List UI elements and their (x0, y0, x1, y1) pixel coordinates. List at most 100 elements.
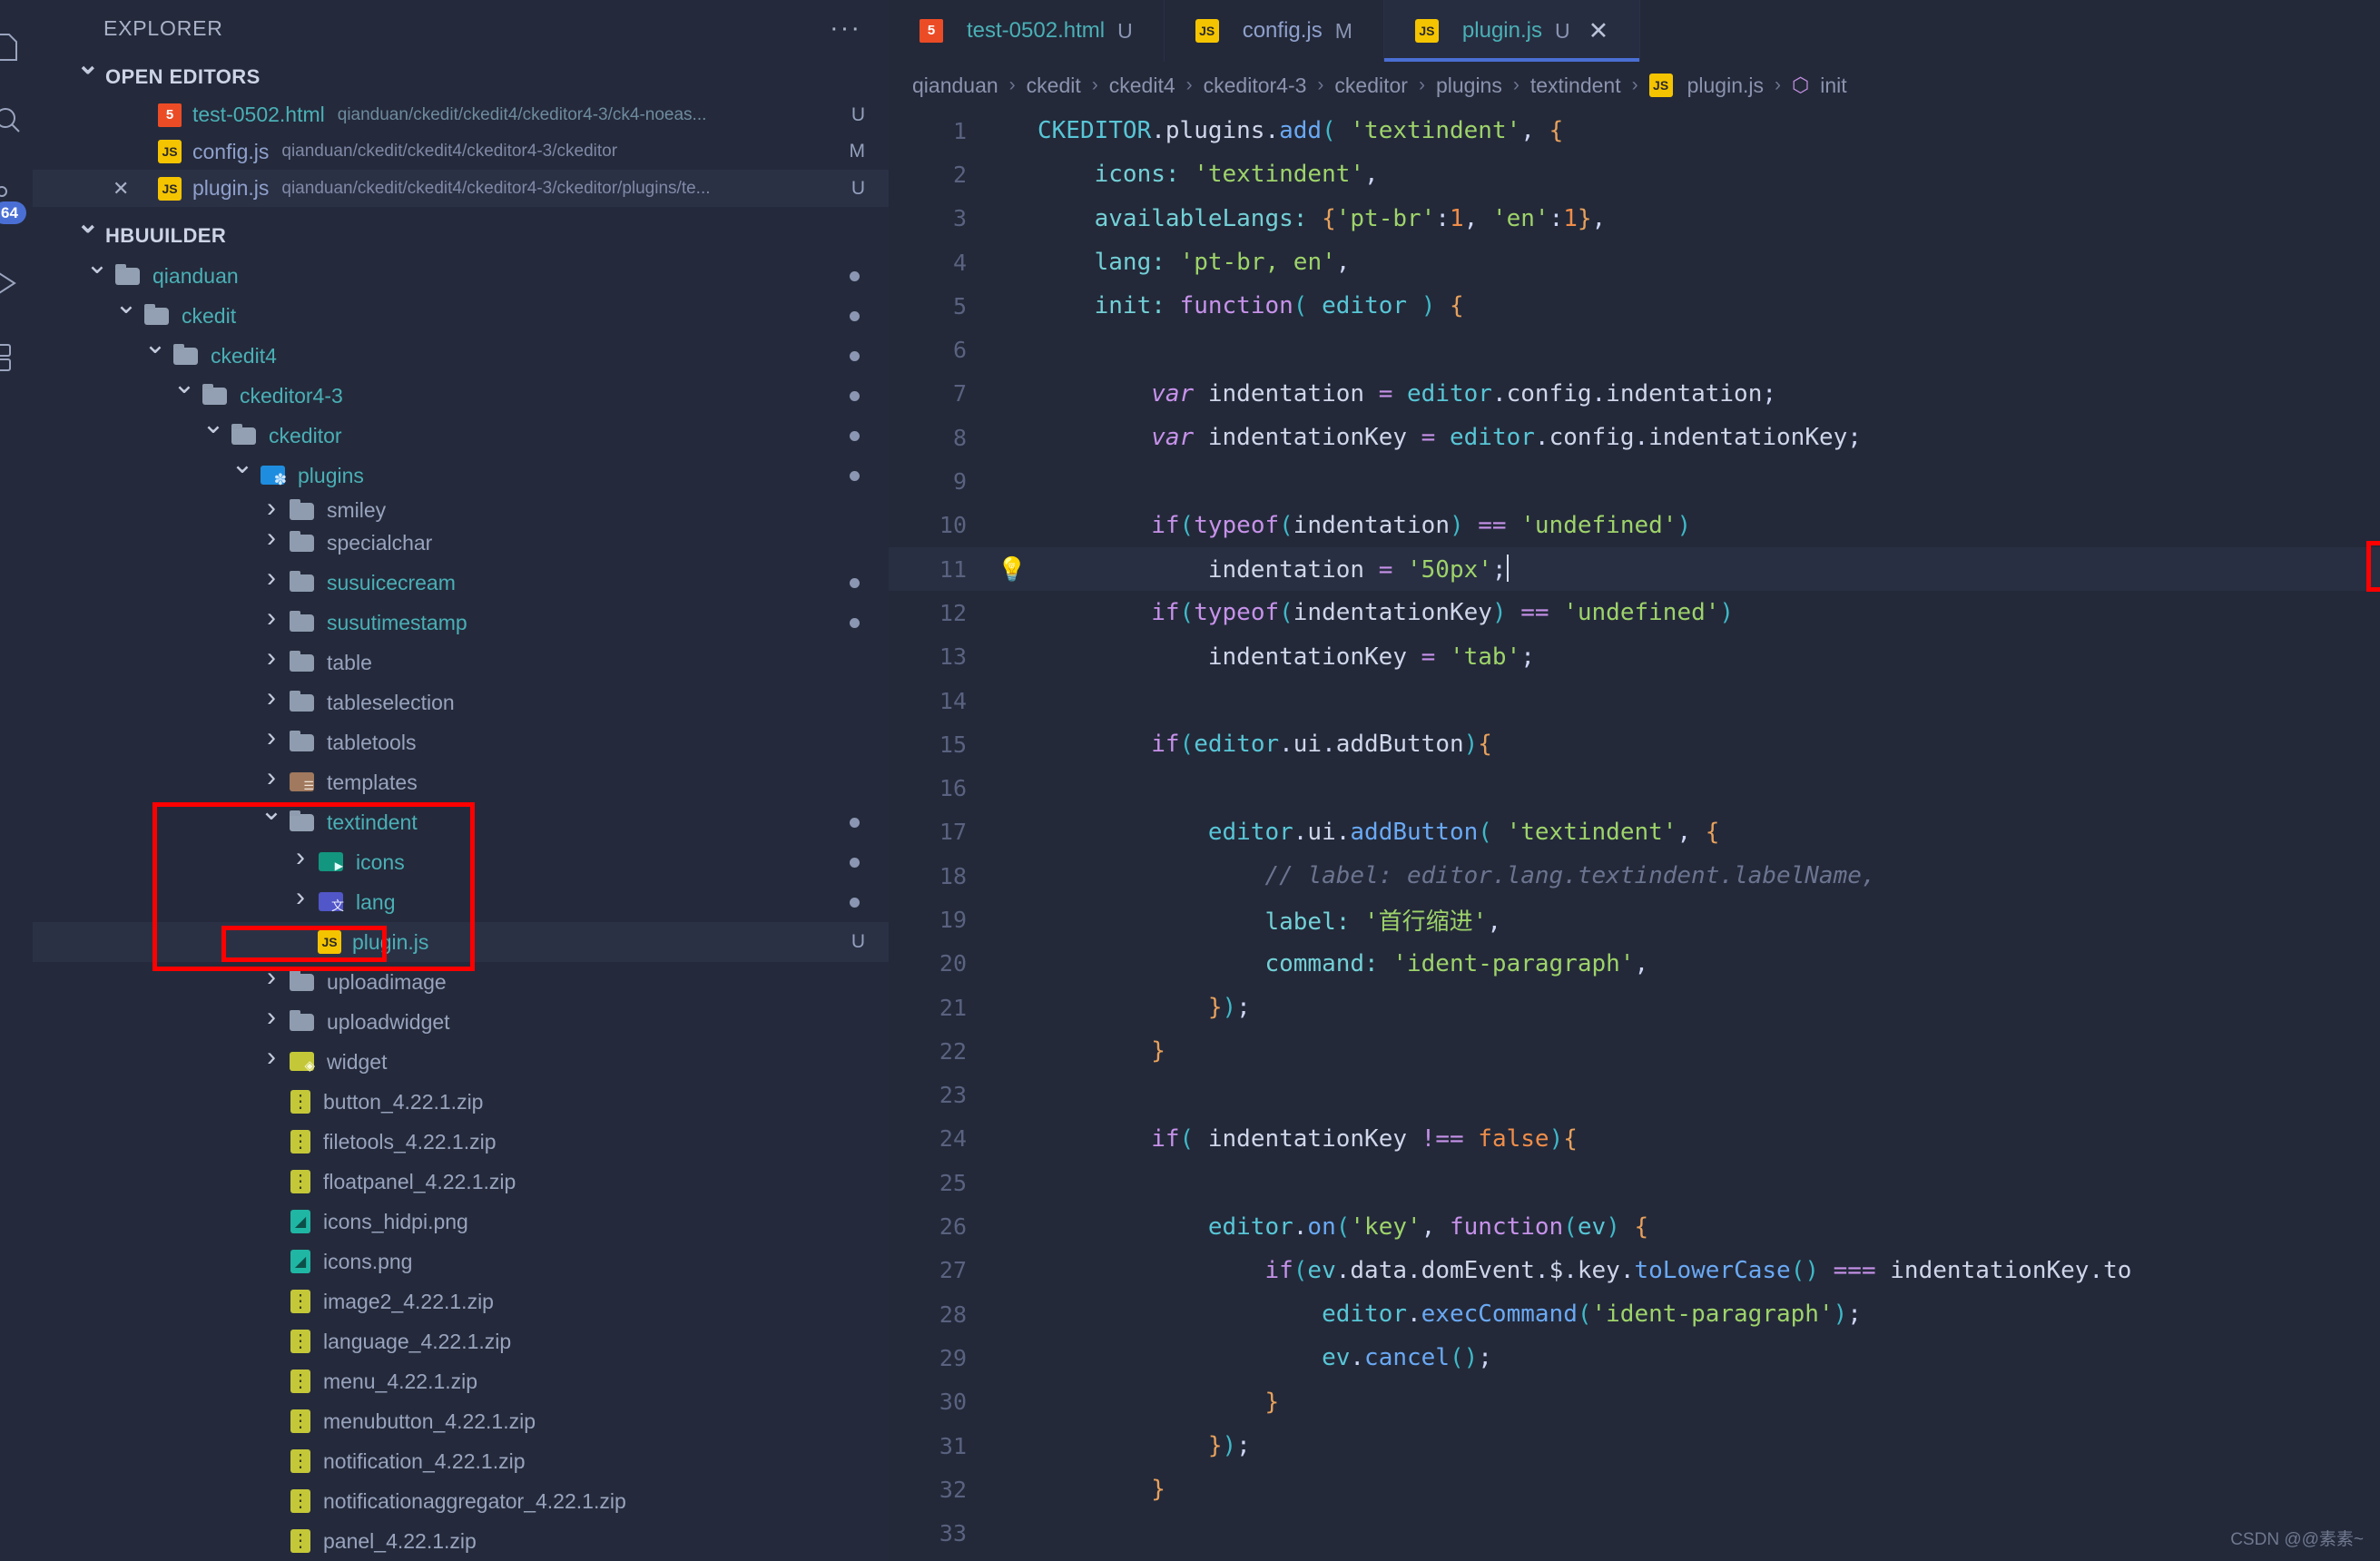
tree-folder-item[interactable]: ckedit4 (33, 336, 889, 376)
code-line[interactable]: 23 (889, 1074, 2380, 1117)
breadcrumb-item[interactable]: plugins (1436, 74, 1502, 98)
code-line[interactable]: 29 ev.cancel(); (889, 1336, 2380, 1379)
breadcrumb-item[interactable]: qianduan (912, 74, 998, 98)
chevron-down-icon[interactable] (172, 387, 196, 406)
tree-folder-item[interactable]: ckeditor4-3 (33, 376, 889, 416)
code-line[interactable]: 11💡 indentation = '50px'; (889, 547, 2380, 591)
tree-file-item[interactable]: language_4.22.1.zip (33, 1321, 889, 1361)
explorer-icon[interactable] (0, 27, 27, 67)
breadcrumb-item[interactable]: ckeditor4-3 (1204, 74, 1307, 98)
open-editor-item-config-js[interactable]: JS config.js qianduan/ckedit/ckedit4/cke… (33, 133, 889, 170)
chevron-right-icon[interactable] (289, 893, 312, 912)
close-icon[interactable]: ✕ (1588, 17, 1609, 45)
tree-file-item[interactable]: JSplugin.jsU (33, 922, 889, 962)
tree-file-item[interactable]: image2_4.22.1.zip (33, 1281, 889, 1321)
open-editor-item-plugin-js[interactable]: ✕ JS plugin.js qianduan/ckedit/ckedit4/c… (33, 170, 889, 206)
tree-file-item[interactable]: icons.png (33, 1242, 889, 1281)
breadcrumb-item[interactable]: textindent (1530, 74, 1621, 98)
tree-folder-item[interactable]: textindent (33, 802, 889, 842)
code-line[interactable]: 7 var indentation = editor.config.indent… (889, 372, 2380, 416)
more-actions-icon[interactable]: ··· (830, 21, 861, 36)
code-line[interactable]: 13 indentationKey = 'tab'; (889, 635, 2380, 679)
breadcrumb-item[interactable]: init (1820, 74, 1846, 98)
breadcrumb-item[interactable]: ckedit (1027, 74, 1081, 98)
chevron-right-icon[interactable] (260, 574, 283, 593)
tree-folder-item[interactable]: tableselection (33, 682, 889, 722)
code-line[interactable]: 1CKEDITOR.plugins.add( 'textindent', { (889, 109, 2380, 152)
code-line[interactable]: 4 lang: 'pt-br, en', (889, 241, 2380, 284)
close-icon[interactable]: ✕ (113, 177, 129, 201)
code-line[interactable]: 18 // label: editor.lang.textindent.labe… (889, 854, 2380, 898)
code-line[interactable]: 3 availableLangs: {'pt-br':1, 'en':1}, (889, 197, 2380, 241)
chevron-right-icon[interactable] (260, 733, 283, 752)
code-line[interactable]: 30 } (889, 1380, 2380, 1424)
tree-file-item[interactable]: notification_4.22.1.zip (33, 1441, 889, 1481)
tab-plugin-js[interactable]: JS plugin.js U ✕ (1384, 0, 1640, 62)
tree-folder-item[interactable]: uploadwidget (33, 1002, 889, 1042)
chevron-right-icon[interactable] (289, 853, 312, 872)
tree-folder-item[interactable]: susuicecream (33, 563, 889, 603)
tree-file-item[interactable]: menu_4.22.1.zip (33, 1361, 889, 1401)
tree-folder-item[interactable]: ckeditor (33, 416, 889, 456)
code-line[interactable]: 26 editor.on('key', function(ev) { (889, 1204, 2380, 1248)
code-line[interactable]: 12 if(typeof(indentationKey) == 'undefin… (889, 591, 2380, 634)
chevron-right-icon[interactable] (260, 653, 283, 673)
code-line[interactable]: 10 if(typeof(indentation) == 'undefined'… (889, 504, 2380, 547)
tree-file-item[interactable]: notificationaggregator_4.22.1.zip (33, 1481, 889, 1521)
code-line[interactable]: 32 } (889, 1468, 2380, 1511)
tree-file-item[interactable]: floatpanel_4.22.1.zip (33, 1162, 889, 1202)
code-line[interactable]: 28 editor.execCommand('ident-paragraph')… (889, 1292, 2380, 1336)
chevron-right-icon[interactable] (260, 693, 283, 712)
code-line[interactable]: 31 }); (889, 1424, 2380, 1468)
extensions-icon[interactable] (0, 338, 27, 378)
breadcrumb-item[interactable]: ckeditor (1334, 74, 1408, 98)
chevron-down-icon[interactable] (231, 466, 254, 486)
code-line[interactable]: 33 (889, 1512, 2380, 1556)
tree-folder-item[interactable]: uploadimage (33, 962, 889, 1002)
chevron-down-icon[interactable] (202, 427, 225, 446)
tree-folder-item[interactable]: susutimestamp (33, 603, 889, 643)
breadcrumb-item[interactable]: ckedit4 (1109, 74, 1175, 98)
tree-file-item[interactable]: filetools_4.22.1.zip (33, 1122, 889, 1162)
code-line[interactable]: 22 } (889, 1029, 2380, 1073)
code-line[interactable]: 27 if(ev.data.domEvent.$.key.toLowerCase… (889, 1249, 2380, 1292)
tab-test-0502-html[interactable]: test-0502.html U (889, 0, 1165, 62)
code-line[interactable]: 5 init: function( editor ) { (889, 284, 2380, 328)
run-debug-icon[interactable] (0, 263, 27, 303)
tree-folder-item[interactable]: tabletools (33, 722, 889, 762)
code-editor[interactable]: 1CKEDITOR.plugins.add( 'textindent', {2 … (889, 109, 2380, 1561)
chevron-right-icon[interactable] (260, 1053, 283, 1072)
chevron-right-icon[interactable] (260, 973, 283, 992)
tree-folder-item[interactable]: table (33, 643, 889, 682)
chevron-right-icon[interactable] (260, 504, 283, 523)
code-line[interactable]: 8 var indentationKey = editor.config.ind… (889, 416, 2380, 459)
code-line[interactable]: 6 (889, 328, 2380, 371)
open-editors-section-header[interactable]: OPEN EDITORS (33, 56, 889, 96)
tree-folder-item[interactable]: icons (33, 842, 889, 882)
chevron-right-icon[interactable] (260, 534, 283, 553)
search-icon[interactable] (0, 100, 27, 140)
code-line[interactable]: 17 editor.ui.addButton( 'textindent', { (889, 810, 2380, 854)
breadcrumb-item[interactable]: plugin.js (1687, 74, 1764, 98)
tree-folder-item[interactable]: qianduan (33, 256, 889, 296)
tree-folder-item[interactable]: widget (33, 1042, 889, 1082)
tree-folder-item[interactable]: specialchar (33, 523, 889, 563)
tree-folder-item[interactable]: lang (33, 882, 889, 922)
chevron-down-icon[interactable] (114, 307, 138, 326)
tree-folder-item[interactable]: templates (33, 762, 889, 802)
tree-file-item[interactable]: menubutton_4.22.1.zip (33, 1401, 889, 1441)
chevron-right-icon[interactable] (260, 614, 283, 633)
tree-folder-item[interactable]: plugins (33, 456, 889, 496)
code-line[interactable]: 15 if(editor.ui.addButton){ (889, 722, 2380, 766)
lightbulb-icon[interactable]: 💡 (987, 555, 1038, 584)
code-line[interactable]: 9 (889, 459, 2380, 503)
chevron-right-icon[interactable] (260, 773, 283, 792)
open-editor-item-test-0502[interactable]: test-0502.html qianduan/ckedit/ckedit4/c… (33, 97, 889, 133)
code-line[interactable]: 21 }); (889, 986, 2380, 1029)
chevron-down-icon[interactable] (143, 347, 167, 366)
workspace-section-header[interactable]: HBUUILDER (33, 216, 889, 256)
chevron-down-icon[interactable] (260, 813, 283, 832)
code-line[interactable]: 24 if( indentationKey !== false){ (889, 1117, 2380, 1161)
tree-folder-item[interactable]: smiley (33, 496, 889, 523)
code-line[interactable]: 19 label: '首行缩进', (889, 898, 2380, 941)
